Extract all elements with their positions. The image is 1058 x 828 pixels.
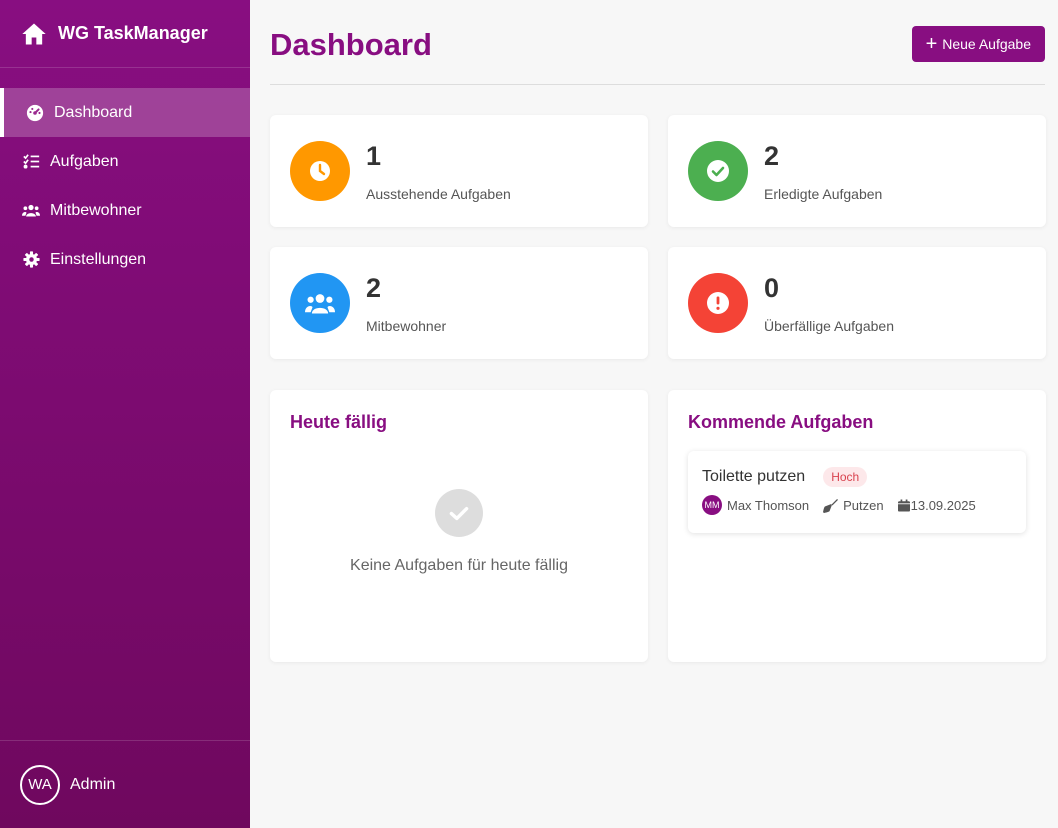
stat-value: 2: [764, 140, 780, 171]
sidebar-nav: Dashboard Aufgaben Mitbewohner Einstellu…: [0, 88, 250, 284]
users-icon: [290, 273, 350, 333]
sidebar-item-label: Aufgaben: [50, 152, 119, 170]
stat-label: Mitbewohner: [366, 317, 447, 334]
task-title: Toilette putzen: [702, 468, 806, 485]
stat-value: 0: [764, 272, 780, 303]
stat-value: 1: [366, 140, 382, 171]
task-card[interactable]: Toilette putzen Hoch MM Max Thomson Putz…: [688, 451, 1026, 533]
task-assignee: MM Max Thomson: [702, 495, 809, 515]
app-title: WG TaskManager: [58, 23, 208, 43]
stat-card-pending: 1 Ausstehende Aufgaben: [270, 115, 648, 227]
main-content: Dashboard + Neue Aufgabe 1 Ausstehende A…: [270, 0, 1046, 662]
new-task-label: Neue Aufgabe: [942, 36, 1031, 52]
task-meta: MM Max Thomson Putzen 13.09.2025: [702, 495, 1012, 515]
user-profile[interactable]: WA Admin: [0, 740, 250, 828]
stat-label: Erledigte Aufgaben: [764, 185, 883, 202]
clock-icon: [290, 141, 350, 201]
dashboard-gauge-icon: [26, 104, 44, 122]
users-icon: [22, 202, 40, 220]
today-panel: Heute fällig Keine Aufgaben für heute fä…: [270, 390, 648, 662]
stat-label: Überfällige Aufgaben: [764, 317, 894, 334]
task-category: Putzen: [823, 497, 884, 513]
panel-title: Kommende Aufgaben: [688, 412, 874, 432]
category-label: Putzen: [843, 497, 884, 513]
user-name: Admin: [70, 775, 116, 793]
stat-card-roommates: 2 Mitbewohner: [270, 247, 648, 359]
gear-icon: [22, 251, 40, 269]
date-label: 13.09.2025: [910, 497, 976, 513]
stat-value: 2: [366, 272, 382, 303]
home-icon: [22, 23, 46, 44]
empty-text: Keine Aufgaben für heute fällig: [350, 557, 568, 574]
page-title: Dashboard: [270, 27, 432, 62]
check-circle-icon: [435, 489, 483, 537]
sidebar-item-label: Dashboard: [54, 103, 133, 121]
avatar: WA: [20, 764, 60, 805]
sidebar: WG TaskManager Dashboard Aufgaben Mitbew…: [0, 0, 250, 828]
check-circle-icon: [688, 141, 748, 201]
assignee-avatar: MM: [702, 495, 722, 515]
sidebar-item-label: Mitbewohner: [50, 201, 142, 219]
sidebar-item-mitbewohner[interactable]: Mitbewohner: [0, 186, 250, 235]
empty-state: Keine Aufgaben für heute fällig: [290, 489, 628, 575]
app-brand[interactable]: WG TaskManager: [0, 0, 250, 68]
exclamation-icon: [688, 273, 748, 333]
sidebar-item-einstellungen[interactable]: Einstellungen: [0, 235, 250, 284]
new-task-button[interactable]: + Neue Aufgabe: [911, 26, 1045, 62]
page-header: Dashboard + Neue Aufgabe: [270, 0, 1045, 85]
assignee-name: Max Thomson: [727, 497, 810, 513]
stat-card-overdue: 0 Überfällige Aufgaben: [668, 247, 1046, 359]
stat-label: Ausstehende Aufgaben: [366, 185, 511, 202]
plus-icon: +: [925, 33, 938, 55]
tasks-list-icon: [22, 153, 40, 171]
sidebar-item-dashboard[interactable]: Dashboard: [0, 88, 250, 137]
sidebar-item-aufgaben[interactable]: Aufgaben: [0, 137, 250, 186]
sidebar-item-label: Einstellungen: [50, 250, 147, 268]
panel-title: Heute fällig: [290, 412, 388, 432]
calendar-icon: [897, 499, 910, 511]
upcoming-panel: Kommende Aufgaben Toilette putzen Hoch M…: [668, 390, 1046, 662]
priority-badge: Hoch: [823, 467, 868, 487]
task-date: 13.09.2025: [897, 497, 976, 513]
broom-icon: [823, 498, 839, 513]
stat-card-done: 2 Erledigte Aufgaben: [668, 115, 1046, 227]
